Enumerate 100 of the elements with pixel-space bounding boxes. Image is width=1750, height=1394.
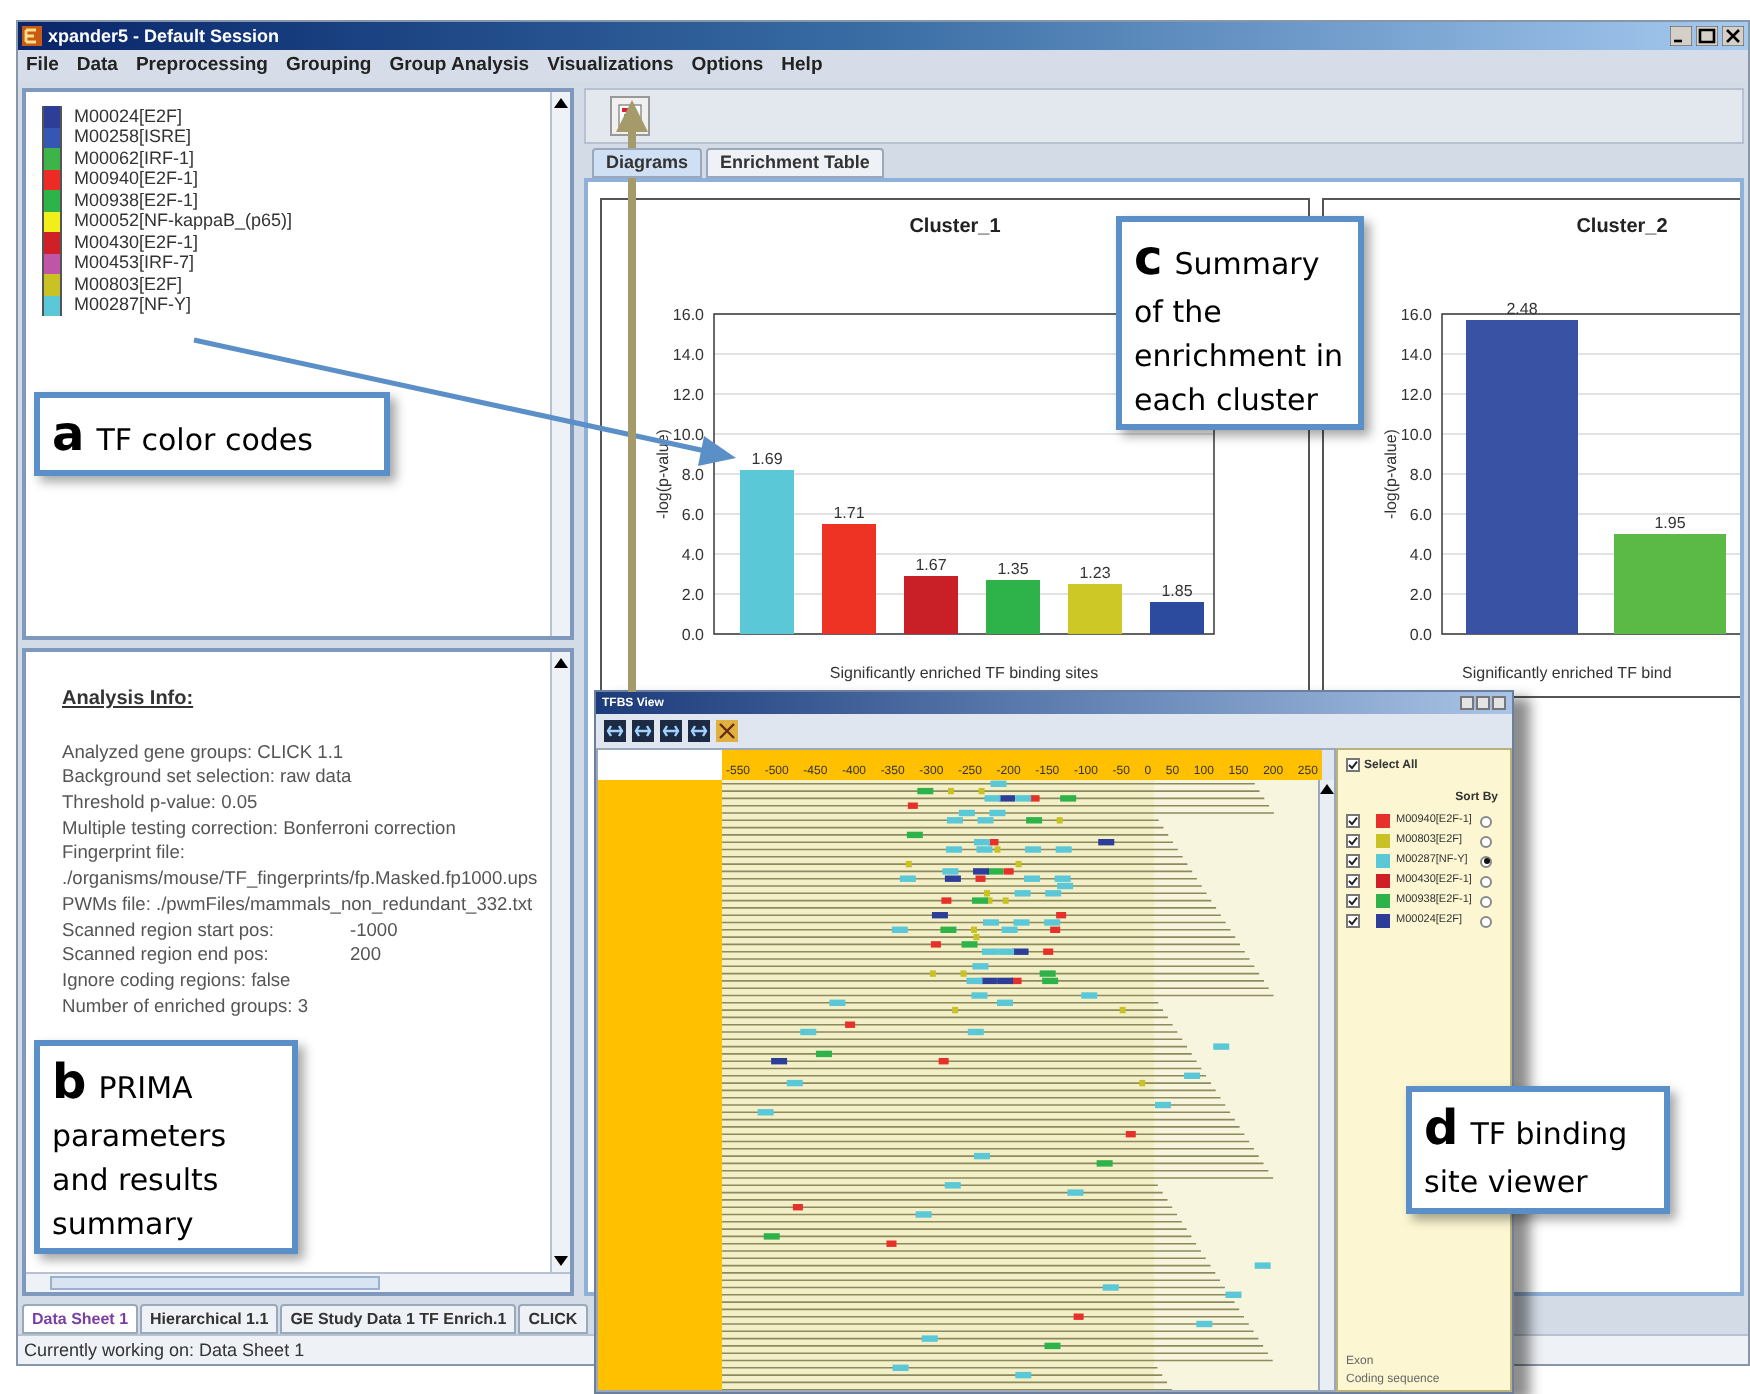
scroll-up-icon[interactable] [554,98,568,108]
y-tick-label: 16.0 [1400,306,1432,324]
check-icon [1348,760,1358,770]
app-logo-icon [22,26,42,46]
scroll-up-icon[interactable] [1320,784,1334,794]
sort-radio[interactable] [1480,855,1492,867]
info-line: Analyzed gene groups: CLICK 1.1 [62,743,344,762]
checkbox[interactable] [1346,874,1360,888]
info-line: Scanned region start pos: [62,921,276,940]
tf-name: M00430[E2F-1] [74,233,199,252]
info-heading: Analysis Info: [62,686,196,714]
info-line: Scanned region end pos: [62,946,271,965]
minimize-icon[interactable] [1670,26,1692,46]
callout: b PRIMA parameters and results summary [34,1040,298,1255]
menu-item[interactable]: Options [691,56,764,76]
window-title: xpander5 - Default Session [48,27,280,45]
tf-name: M00052[NF-kappaB_(p65)] [74,212,293,231]
close-icon[interactable] [1722,26,1744,46]
info-value: -1000 [350,921,398,940]
y-tick-label: 14.0 [672,346,704,364]
checkbox[interactable] [1346,854,1360,868]
chart-bar [1150,602,1204,634]
tab[interactable]: Hierarchical 1.1 [140,1304,279,1334]
y-tick-label: 2.0 [1409,586,1432,604]
bar-value-label: 1.67 [915,556,947,574]
menu-item[interactable]: Data [76,56,118,76]
chart-bar [822,524,876,634]
scroll-thumb[interactable] [50,1276,380,1290]
chart-title: Cluster_1 [909,214,1001,242]
y-tick-label: 6.0 [681,506,704,524]
sort-radio[interactable] [1480,835,1492,847]
chart-title: Cluster_2 [1576,214,1668,242]
sort-radio[interactable] [1480,915,1492,927]
checkbox[interactable] [1346,914,1360,928]
sort-radio[interactable] [1480,815,1492,827]
bar-value-label: 1.35 [997,560,1029,578]
x-axis-label: Significantly enriched TF bind [1462,664,1672,682]
y-tick-label: 2.0 [681,586,704,604]
info-line: Number of enriched groups: 3 [62,997,308,1016]
callout: a TF color codes [34,392,390,477]
scroll-down-icon[interactable] [554,1256,568,1266]
scroll-up-icon[interactable] [554,658,568,668]
y-tick-label: 4.0 [1409,546,1432,564]
callout: d TF binding site viewer [1406,1086,1670,1214]
sort-radio[interactable] [1480,875,1492,887]
sort-radio[interactable] [1480,895,1492,907]
checkbox[interactable] [1346,814,1360,828]
y-tick-label: 12.0 [672,386,704,404]
info-line: Background set selection: raw data [62,768,352,788]
chart-bar [1614,534,1726,634]
horizontal-scrollbar[interactable] [26,1272,570,1292]
tab[interactable]: CLICK [518,1304,588,1334]
tf-name: M00940[E2F-1] [74,170,199,189]
menu-item[interactable]: Help [781,56,823,76]
tf-name: M00258[ISRE] [74,128,192,147]
tf-name: M00938[E2F-1] [74,191,199,210]
menu-item[interactable]: Preprocessing [135,56,268,76]
status-text: Currently working on: Data Sheet 1 [24,1341,305,1359]
scrollbar[interactable] [1318,780,1334,1390]
checkbox[interactable] [1346,834,1360,848]
bar-value-label: 1.69 [751,450,783,468]
menu-item[interactable]: Grouping [285,56,372,76]
chart-bar [986,580,1040,634]
bar-value-label: 1.23 [1079,564,1111,582]
info-line: PWMs file: ./pwmFiles/mammals_non_redundant_332.txt [62,895,533,915]
info-line: Fingerprint file: [62,844,185,864]
y-tick-label: 0.0 [1409,626,1432,644]
tab[interactable]: Enrichment Table [706,148,884,178]
info-line: Ignore coding regions: false [62,971,291,991]
info-line: Multiple testing correction: Bonferroni correction [62,819,456,839]
tf-name: M00453[IRF-7] [74,254,195,273]
y-tick-label: 4.0 [681,546,704,564]
y-tick-label: 10.0 [1400,426,1432,444]
tab[interactable]: Diagrams [592,148,703,178]
menu-item[interactable]: File [26,56,59,76]
y-tick-label: 8.0 [681,466,704,484]
chart-bar [904,576,958,634]
menu-item[interactable]: Visualizations [547,56,674,76]
tf-name: M00024[E2F] [74,107,183,126]
info-value: 200 [350,946,382,965]
chart-bar [1068,584,1122,634]
menu-item[interactable]: Group Analysis [389,56,530,76]
checkbox[interactable] [1346,758,1360,772]
tf-name: M00803[E2F] [74,275,183,294]
y-tick-label: 6.0 [1409,506,1432,524]
scrollbar[interactable] [550,92,570,636]
bar-value-label: 1.85 [1161,582,1193,600]
y-tick-label: 16.0 [672,306,704,324]
tab[interactable]: Data Sheet 1 [22,1304,139,1334]
checkbox[interactable] [1346,894,1360,908]
scrollbar[interactable] [550,652,570,1272]
y-tick-label: 8.0 [1409,466,1432,484]
tab[interactable]: GE Study Data 1 TF Enrich.1 [280,1304,517,1334]
info-line: ./organisms/mouse/TF_fingerprints/fp.Masked.fp1000.ups [62,870,538,889]
bar-value-label: 1.95 [1654,514,1686,532]
maximize-icon[interactable] [1696,26,1718,46]
y-tick-label: 14.0 [1400,346,1432,364]
info-line: Threshold p-value: 0.05 [62,794,258,813]
y-axis-label: -log(p-value) [654,429,672,519]
y-tick-label: 0.0 [681,626,704,644]
